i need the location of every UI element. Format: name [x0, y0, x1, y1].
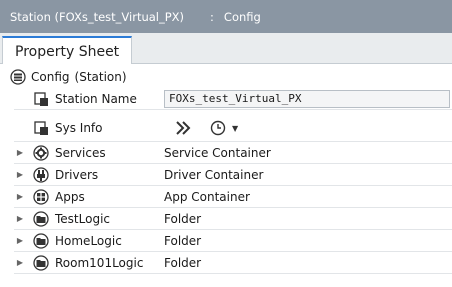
tree-row-value: Folder [164, 211, 202, 226]
station-title[interactable]: Station (FOXs_test_Virtual_PX) [10, 10, 184, 24]
tree-row-homelogic[interactable]: ▶ HomeLogic Folder [14, 230, 452, 252]
sys-info-label: Sys Info [55, 120, 103, 135]
station-name-label: Station Name [55, 91, 137, 106]
station-icon [10, 69, 26, 85]
tree-row-name: Services [55, 145, 106, 160]
root-node[interactable]: Config (Station) [0, 66, 452, 88]
property-slot-icon [34, 91, 48, 106]
tree-row-value: Folder [164, 255, 202, 270]
expand-arrow-icon[interactable]: ▶ [14, 208, 26, 230]
root-label: Config [31, 70, 70, 84]
history-dropdown-button[interactable]: ▼ [210, 118, 238, 138]
tree-row-name: TestLogic [55, 211, 110, 226]
drivers-icon [33, 166, 49, 183]
folder-icon [33, 232, 49, 249]
location-title[interactable]: Config [224, 10, 261, 24]
property-slot-icon [34, 120, 48, 135]
root-type: (Station) [74, 70, 127, 84]
tree-row-apps[interactable]: ▶ Apps App Container [14, 186, 452, 208]
tree-row-name: Apps [55, 189, 85, 204]
tree-row-name: Room101Logic [55, 255, 144, 270]
tree-row-value: Folder [164, 233, 202, 248]
station-name-field[interactable]: FOXs_test_Virtual_PX [164, 90, 450, 108]
tree-row-name: HomeLogic [55, 233, 122, 248]
folder-icon [33, 254, 49, 271]
tree-row-room101logic[interactable]: ▶ Room101Logic Folder [14, 252, 452, 274]
property-row-sys-info: Sys Info ▼ [14, 114, 452, 142]
expand-arrow-icon[interactable]: ▶ [14, 186, 26, 208]
title-bar: Station (FOXs_test_Virtual_PX) : Config [0, 0, 452, 33]
expand-arrow-icon[interactable]: ▶ [14, 252, 26, 274]
folder-icon [33, 210, 49, 227]
services-icon [33, 144, 49, 161]
caret-down-icon: ▼ [232, 123, 239, 133]
tab-strip: Property Sheet [0, 33, 452, 65]
expand-arrow-icon[interactable]: ▶ [14, 142, 26, 164]
path-separator: : [210, 9, 214, 24]
clock-icon [210, 120, 226, 136]
tree-row-name: Drivers [55, 167, 99, 182]
property-row-station-name: Station Name FOXs_test_Virtual_PX [14, 88, 452, 110]
tab-property-sheet[interactable]: Property Sheet [2, 36, 133, 65]
sys-info-actions: ▼ [174, 114, 238, 142]
expand-action-button[interactable] [174, 118, 192, 138]
tree-row-testlogic[interactable]: ▶ TestLogic Folder [14, 208, 452, 230]
tree-row-value: Service Container [164, 145, 271, 160]
tree-row-services[interactable]: ▶ Services Service Container [14, 142, 452, 164]
property-sheet: Config (Station) Station Name FOXs_test_… [0, 64, 452, 287]
expand-arrow-icon[interactable]: ▶ [14, 230, 26, 252]
tree-row-value: Driver Container [164, 167, 264, 182]
tree-row-value: App Container [164, 189, 250, 204]
double-chevron-right-icon [176, 121, 191, 135]
tree-row-drivers[interactable]: ▶ Drivers Driver Container [14, 164, 452, 186]
expand-arrow-icon[interactable]: ▶ [14, 164, 26, 186]
apps-icon [33, 188, 49, 205]
